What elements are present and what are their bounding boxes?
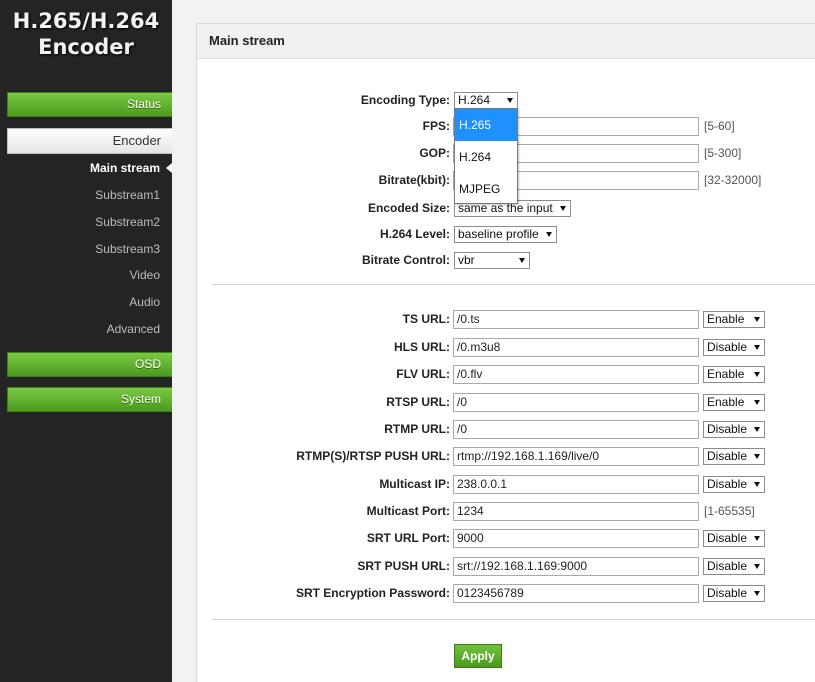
ts-url-state: Enable: [707, 312, 745, 326]
srt-url-port-state-select[interactable]: Disable: [703, 530, 765, 547]
bitrate-range-hint: [32-32000]: [704, 173, 762, 187]
logo: H.265/H.264 Encoder: [0, 8, 172, 60]
flv-url-state-select[interactable]: Enable: [703, 366, 765, 383]
multicast-ip-state: Disable: [707, 477, 748, 491]
encoding-type-select[interactable]: H.264: [454, 92, 518, 109]
fps-label: FPS:: [422, 119, 450, 133]
srt-push-url-label: SRT PUSH URL:: [357, 559, 450, 573]
rtsp-url-label: RTSP URL:: [386, 395, 450, 409]
rtmp-url-input[interactable]: /0: [453, 420, 699, 439]
encoding-type-option-h264[interactable]: H.264: [455, 141, 517, 173]
gop-range-hint: [5-300]: [704, 146, 742, 160]
logo-line-2: Encoder: [38, 35, 134, 59]
bitrate-control-label: Bitrate Control:: [362, 253, 450, 267]
dropdown-arrow-icon: [754, 482, 760, 487]
ts-url-state-select[interactable]: Enable: [703, 311, 765, 328]
dropdown-arrow-icon: [560, 206, 566, 211]
nav-osd[interactable]: OSD: [7, 352, 172, 377]
dropdown-arrow-icon: [546, 232, 552, 237]
encoding-type-dropdown-list: H.265 H.264 MJPEG: [454, 108, 518, 204]
dropdown-arrow-icon: [754, 564, 760, 569]
section-divider: [212, 619, 815, 620]
encoded-size-label: Encoded Size:: [367, 201, 450, 215]
hls-url-input[interactable]: /0.m3u8: [453, 338, 699, 357]
ts-url-label: TS URL:: [402, 312, 450, 326]
dropdown-arrow-icon: [754, 400, 760, 405]
bitrate-label: Bitrate(kbit):: [378, 173, 450, 187]
multicast-ip-state-select[interactable]: Disable: [703, 476, 765, 493]
nav-sub-substream1[interactable]: Substream1: [95, 187, 160, 203]
nav-sub-video[interactable]: Video: [130, 267, 160, 283]
multicast-ip-input[interactable]: 238.0.0.1: [453, 475, 699, 494]
dropdown-arrow-icon: [519, 258, 525, 263]
dropdown-arrow-icon: [754, 372, 760, 377]
srt-password-label: SRT Encryption Password:: [295, 586, 450, 600]
active-indicator-icon: [166, 163, 172, 173]
srt-url-port-state: Disable: [707, 531, 748, 545]
dropdown-arrow-icon: [754, 317, 760, 322]
h264-level-select[interactable]: baseline profile: [454, 226, 557, 243]
multicast-port-label: Multicast Port:: [366, 504, 450, 518]
rtsp-url-input[interactable]: /0: [453, 393, 699, 412]
nav-sub-audio[interactable]: Audio: [129, 294, 160, 310]
srt-password-state-select[interactable]: Disable: [703, 585, 765, 602]
apply-button[interactable]: Apply: [454, 644, 502, 668]
srt-password-input[interactable]: 0123456789: [453, 584, 699, 603]
nav-sub-substream2[interactable]: Substream2: [95, 214, 160, 230]
encoding-type-option-h265[interactable]: H.265: [455, 109, 517, 141]
h264-level-value: baseline profile: [458, 227, 539, 241]
panel-title: Main stream: [197, 24, 815, 59]
fps-range-hint: [5-60]: [704, 119, 735, 133]
rtmp-url-label: RTMP URL:: [384, 422, 450, 436]
rtmp-url-state-select[interactable]: Disable: [703, 421, 765, 438]
encoding-type-value: H.264: [458, 93, 491, 107]
srt-password-state: Disable: [707, 586, 748, 600]
rtsp-url-state: Enable: [707, 395, 745, 409]
flv-url-input[interactable]: /0.flv: [453, 365, 699, 384]
nav-system[interactable]: System: [7, 387, 172, 412]
hls-url-state: Disable: [707, 340, 748, 354]
nav-sub-substream3[interactable]: Substream3: [95, 241, 160, 257]
dropdown-arrow-icon: [754, 427, 760, 432]
ts-url-input[interactable]: /0.ts: [453, 310, 699, 329]
push-url-input[interactable]: rtmp://192.168.1.169/live/0: [453, 447, 699, 466]
hls-url-state-select[interactable]: Disable: [703, 339, 765, 356]
nav-sub-advanced[interactable]: Advanced: [107, 321, 160, 337]
push-url-label: RTMP(S)/RTSP PUSH URL:: [296, 449, 450, 463]
dropdown-arrow-icon: [754, 454, 760, 459]
srt-url-port-input[interactable]: 9000: [453, 529, 699, 548]
dropdown-arrow-icon: [754, 345, 760, 350]
section-divider: [212, 284, 815, 285]
multicast-port-input[interactable]: 1234: [453, 502, 699, 521]
bitrate-control-select[interactable]: vbr: [454, 252, 530, 269]
srt-push-url-state-select[interactable]: Disable: [703, 558, 765, 575]
srt-url-port-label: SRT URL Port:: [366, 531, 450, 545]
nav-encoder[interactable]: Encoder: [7, 128, 172, 154]
rtsp-url-state-select[interactable]: Enable: [703, 394, 765, 411]
flv-url-label: FLV URL:: [396, 367, 450, 381]
dropdown-arrow-icon: [754, 536, 760, 541]
hls-url-label: HLS URL:: [394, 340, 450, 354]
push-url-state: Disable: [707, 449, 748, 463]
srt-push-url-input[interactable]: srt://192.168.1.169:9000: [453, 557, 699, 576]
nav-sub-main-stream[interactable]: Main stream: [90, 160, 160, 176]
h264-level-label: H.264 Level:: [379, 227, 450, 241]
gop-label: GOP:: [419, 146, 450, 160]
dropdown-arrow-icon: [754, 591, 760, 596]
srt-push-url-state: Disable: [707, 559, 748, 573]
bitrate-control-value: vbr: [458, 253, 475, 267]
encoding-type-option-mjpeg[interactable]: MJPEG: [455, 173, 517, 205]
flv-url-state: Enable: [707, 367, 745, 381]
logo-line-1: H.265/H.264: [12, 9, 160, 33]
sidebar: H.265/H.264 Encoder Status Encoder Main …: [0, 0, 172, 682]
rtmp-url-state: Disable: [707, 422, 748, 436]
nav-status[interactable]: Status: [7, 92, 172, 117]
dropdown-arrow-icon: [507, 98, 513, 103]
multicast-port-range-hint: [1-65535]: [704, 504, 755, 518]
push-url-state-select[interactable]: Disable: [703, 448, 765, 465]
multicast-ip-label: Multicast IP:: [379, 477, 450, 491]
encoding-type-label: Encoding Type:: [360, 93, 450, 107]
